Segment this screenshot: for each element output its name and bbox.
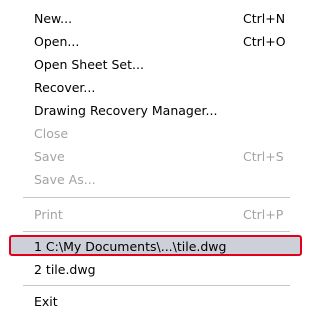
menu-item-print: Print Ctrl+P [0,204,290,225]
menu-item-recover[interactable]: Recover... [0,77,290,98]
menu-item-label: Recover... [34,80,96,95]
menu-separator [23,285,290,286]
menu-item-label: 2 tile.dwg [34,262,96,277]
menu-item-open[interactable]: Open... Ctrl+O [0,31,290,52]
menu-item-shortcut: Ctrl+O [243,34,286,49]
menu-item-recent-file-1[interactable]: 1 C:\My Documents\...\tile.dwg [9,235,302,256]
menu-item-label: 1 C:\My Documents\...\tile.dwg [34,239,227,254]
menu-separator [23,197,290,198]
menu-item-shortcut: Ctrl+S [243,149,284,164]
menu-item-label: Drawing Recovery Manager... [34,103,218,118]
menu-item-shortcut: Ctrl+N [243,11,286,26]
menu-item-exit[interactable]: Exit [0,291,290,312]
menu-item-new[interactable]: New... Ctrl+N [0,8,290,29]
menu-item-shortcut: Ctrl+P [243,207,284,222]
menu-item-label: Close [34,126,69,141]
menu-item-save: Save Ctrl+S [0,146,290,167]
menu-item-drawing-recovery-manager[interactable]: Drawing Recovery Manager... [0,100,290,121]
menu-item-label: New... [34,11,73,26]
menu-item-recent-file-2[interactable]: 2 tile.dwg [0,259,290,280]
menu-item-close: Close [0,123,290,144]
menu-item-label: Save [34,149,65,164]
menu-item-label: Open Sheet Set... [34,57,144,72]
menu-item-label: Open... [34,34,80,49]
menu-item-label: Exit [34,294,58,309]
menu-item-label: Print [34,207,63,222]
menu-separator [23,231,290,232]
menu-item-open-sheet-set[interactable]: Open Sheet Set... [0,54,290,75]
file-menu: New... Ctrl+N Open... Ctrl+O Open Sheet … [0,0,305,313]
menu-item-save-as: Save As... [0,169,290,190]
menu-item-label: Save As... [34,172,96,187]
